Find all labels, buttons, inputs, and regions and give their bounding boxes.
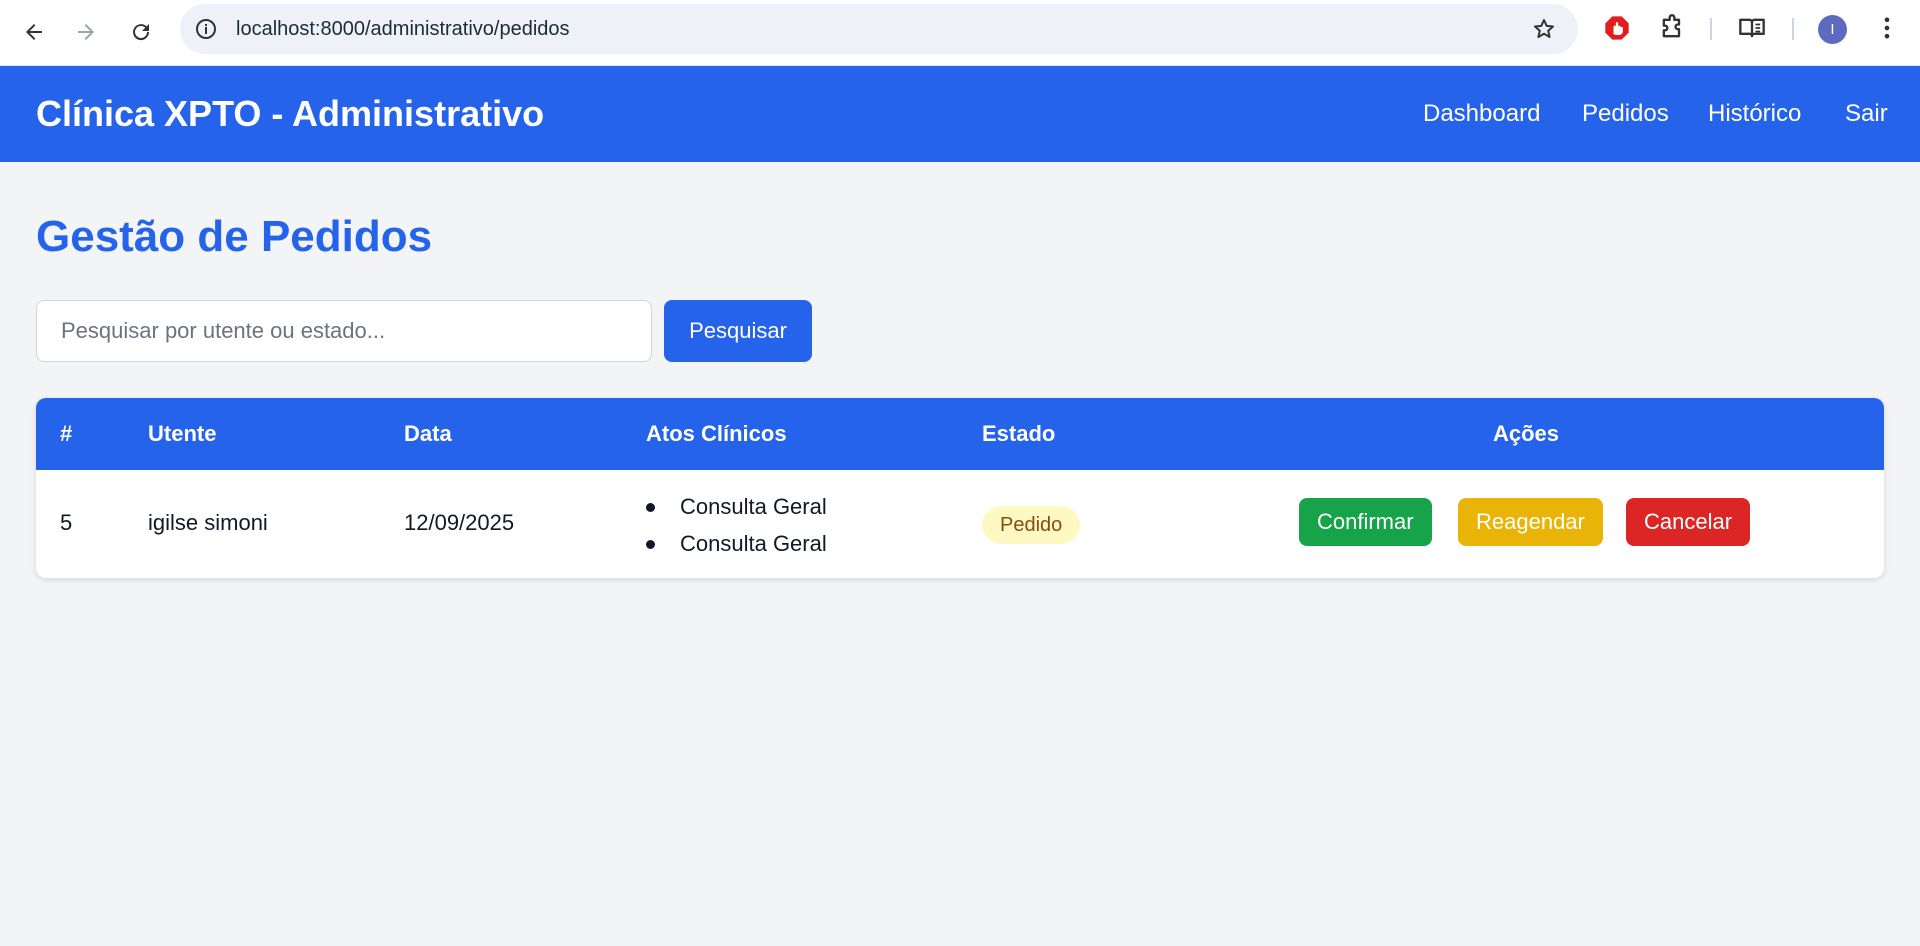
page-title: Gestão de Pedidos bbox=[36, 212, 433, 261]
cell-atos-list: Consulta Geral Consulta Geral bbox=[646, 488, 827, 562]
nav-historico[interactable]: Histórico bbox=[1708, 66, 1801, 162]
url-text[interactable]: localhost:8000/administrativo/pedidos bbox=[236, 4, 570, 54]
nav-pedidos[interactable]: Pedidos bbox=[1582, 66, 1669, 162]
arrow-right-icon bbox=[78, 24, 94, 40]
column-header-id: # bbox=[60, 421, 73, 446]
brand-title: Clínica XPTO - Administrativo bbox=[36, 93, 545, 134]
reschedule-button[interactable]: Reagendar bbox=[1458, 498, 1603, 546]
table-row: 5 igilse simoni 12/09/2025 Consulta Gera… bbox=[36, 470, 1884, 578]
orders-table: # Utente Data Atos Clínicos Estado Ações… bbox=[36, 398, 1884, 578]
table-header: # Utente Data Atos Clínicos Estado Ações bbox=[36, 398, 1884, 470]
column-header-atos: Atos Clínicos bbox=[646, 421, 787, 446]
search-input[interactable] bbox=[36, 300, 652, 362]
toolbar-separator bbox=[1792, 18, 1794, 40]
cell-id: 5 bbox=[60, 510, 73, 535]
cancel-button[interactable]: Cancelar bbox=[1626, 498, 1751, 546]
cell-utente: igilse simoni bbox=[148, 510, 268, 535]
extensions-puzzle-icon[interactable] bbox=[1658, 14, 1686, 42]
search-button[interactable]: Pesquisar bbox=[664, 300, 812, 362]
status-badge: Pedido bbox=[982, 506, 1081, 544]
reload-button[interactable] bbox=[121, 12, 161, 52]
more-menu-icon[interactable] bbox=[1873, 14, 1901, 42]
toolbar-separator bbox=[1710, 18, 1712, 40]
address-bar[interactable]: localhost:8000/administrativo/pedidos bbox=[180, 4, 1578, 54]
column-header-estado: Estado bbox=[982, 421, 1056, 446]
list-item: Consulta Geral bbox=[646, 488, 827, 525]
confirm-button[interactable]: Confirmar bbox=[1299, 498, 1432, 546]
reading-mode-icon[interactable] bbox=[1738, 14, 1766, 42]
adblock-extension-icon[interactable] bbox=[1603, 14, 1631, 42]
column-header-acoes: Ações bbox=[1493, 421, 1560, 446]
nav-dashboard[interactable]: Dashboard bbox=[1423, 66, 1540, 162]
reload-icon bbox=[133, 24, 150, 41]
site-info-icon[interactable] bbox=[194, 17, 218, 41]
forward-button[interactable] bbox=[66, 12, 106, 52]
column-header-data: Data bbox=[404, 421, 452, 446]
cell-data: 12/09/2025 bbox=[404, 510, 515, 535]
column-header-utente: Utente bbox=[148, 421, 217, 446]
arrow-left-icon bbox=[26, 24, 42, 40]
back-button[interactable] bbox=[14, 12, 54, 52]
list-item: Consulta Geral bbox=[646, 525, 827, 562]
nav-sair[interactable]: Sair bbox=[1845, 66, 1888, 162]
bookmark-star-icon[interactable] bbox=[1532, 17, 1556, 41]
browser-toolbar: localhost:8000/administrativo/pedidos I bbox=[0, 0, 1920, 66]
profile-avatar[interactable]: I bbox=[1818, 15, 1847, 44]
app-header: Clínica XPTO - Administrativo Dashboard … bbox=[0, 66, 1920, 162]
